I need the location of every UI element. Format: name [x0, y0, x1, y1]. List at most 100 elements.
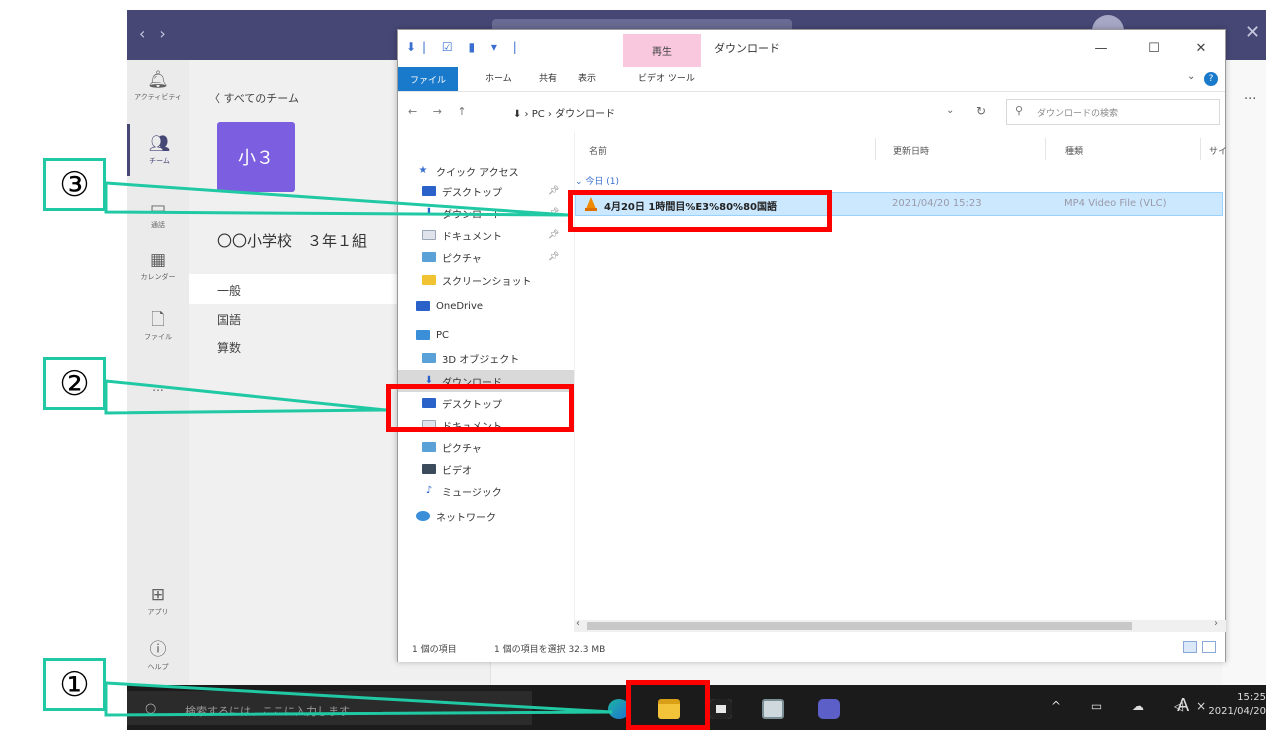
nav-item-star[interactable]: ★ クイック アクセス [398, 160, 574, 182]
nav-item-pictures[interactable]: ピクチャ [398, 436, 574, 458]
taskbar-search-box[interactable]: ○ 検索するには、ここに入力します [127, 691, 532, 725]
close-button[interactable]: ✕ [1178, 36, 1224, 60]
all-teams-back-link[interactable]: 〈 すべてのチーム [209, 90, 299, 106]
scrollbar-thumb[interactable] [587, 622, 1132, 630]
address-history-chevron-icon[interactable]: ⌄ [946, 105, 954, 116]
rail-item-help[interactable]: ⓘ ヘルプ [127, 630, 189, 682]
horizontal-scrollbar[interactable]: ‹ › [575, 618, 1226, 632]
group-header-today[interactable]: ⌄ 今日 (1) [575, 174, 619, 187]
nav-item-pictures[interactable]: ピクチャ 📌︎ [398, 246, 574, 268]
pc-icon [416, 330, 430, 340]
back-forward-up-buttons[interactable]: ← → ↑ [408, 105, 473, 118]
more-icon: ... [152, 380, 164, 394]
ribbon-home-tab[interactable]: ホーム [485, 71, 512, 84]
nav-item-label: ドキュメント [442, 231, 502, 243]
rail-item-more[interactable]: ... [127, 360, 189, 412]
onedrive-icon [416, 301, 430, 311]
playback-context-tab[interactable]: 再生 [623, 34, 701, 67]
rail-item-teams[interactable]: 👥︎ チーム [127, 124, 189, 176]
folder-icon [422, 275, 436, 285]
nav-item-video[interactable]: ビデオ [398, 458, 574, 480]
nav-item-document[interactable]: ドキュメント 📌︎ [398, 224, 574, 246]
rail-item-activity[interactable]: 🔔︎ アクティビティ [127, 60, 189, 112]
team-avatar-tile: 小３ [217, 122, 295, 192]
nav-item-label: スクリーンショット [442, 276, 532, 288]
ribbon-file-tab[interactable]: ファイル [398, 67, 458, 91]
music-icon: ♪ [425, 485, 433, 496]
nav-item-3d-objects[interactable]: 3D オブジェクト [398, 347, 574, 369]
ribbon-video-tools-tab[interactable]: ビデオ ツール [638, 71, 695, 84]
ribbon-expand-chevron-icon[interactable]: ⌄ [1187, 71, 1195, 82]
nav-item-onedrive[interactable]: OneDrive [398, 295, 574, 317]
rail-item-calendar[interactable]: ▦ カレンダー [127, 240, 189, 292]
callout-step2: ② [43, 357, 106, 410]
teams-icon[interactable] [807, 691, 851, 727]
scroll-right-arrow-icon[interactable]: › [1214, 618, 1218, 629]
channel-japanese[interactable]: 国語 [217, 311, 241, 328]
nav-item-folder[interactable]: スクリーンショット [398, 269, 574, 291]
callout-step3: ③ [43, 158, 106, 211]
pin-icon: 📌︎ [548, 252, 560, 262]
highlight-downloaded-file [568, 190, 832, 232]
address-row: ← → ↑ ⬇ › PC › ダウンロード ⌄ ↻ ⚲ ダウンロードの検索 [398, 92, 1225, 132]
rail-item-files[interactable]: 🗋︎ ファイル [127, 300, 189, 352]
taskbar-search-placeholder: 検索するには、ここに入力します [185, 705, 350, 718]
column-divider [1045, 138, 1046, 160]
pin-icon: 📌︎ [548, 208, 560, 218]
nav-item-pc[interactable]: PC [398, 324, 574, 346]
column-header-size[interactable]: サイ [1209, 144, 1227, 157]
team-name: 〇〇小学校 ３年１組 [217, 232, 368, 250]
channel-math[interactable]: 算数 [217, 339, 241, 356]
ime-indicator[interactable]: A [1177, 695, 1189, 716]
nav-item-download[interactable]: ⬇ ダウンロード 📌︎ [398, 202, 574, 224]
download-icon: ⬇ [424, 207, 434, 218]
search-input[interactable]: ⚲ ダウンロードの検索 [1006, 99, 1220, 125]
nav-item-music[interactable]: ♪ ミュージック [398, 480, 574, 502]
ribbon-tabs: ファイル ホーム 共有 表示 ビデオ ツール ⌄ ? [398, 67, 1225, 92]
nav-item-label: ダウンロード [442, 209, 502, 221]
photos-icon[interactable] [751, 691, 795, 727]
rail-label: ファイル [144, 333, 172, 341]
rail-item-calls[interactable]: ▭ 通話 [127, 188, 189, 240]
rail-label: アプリ [147, 608, 169, 616]
column-divider [1200, 138, 1201, 160]
minimize-button[interactable]: — [1078, 36, 1124, 60]
ribbon-view-tab[interactable]: 表示 [578, 71, 596, 84]
taskbar-clock[interactable]: 15:25 2021/04/20 [1207, 691, 1266, 719]
scroll-left-arrow-icon[interactable]: ‹ [576, 618, 580, 629]
rail-label: 通話 [151, 221, 165, 229]
large-icons-view-icon[interactable] [1202, 641, 1216, 653]
maximize-button[interactable]: ☐ [1131, 36, 1177, 60]
quick-access-toolbar[interactable]: ⬇| ☑ ▮ ▾ | [406, 40, 523, 54]
teams-history-arrows[interactable]: ‹› [139, 24, 180, 43]
rail-label: アクティビティ [134, 93, 182, 101]
rail-item-apps[interactable]: ⊞ アプリ [127, 575, 189, 627]
column-header-type[interactable]: 種類 [1065, 144, 1083, 157]
system-tray[interactable]: ^ ▭ ☁ ◁× [1051, 699, 1219, 713]
item-count: 1 個の項目 [412, 645, 457, 655]
document-icon [422, 230, 436, 240]
nav-item-label: OneDrive [436, 300, 484, 312]
desktop-icon [422, 186, 436, 196]
column-header-modified[interactable]: 更新日時 [893, 144, 929, 157]
refresh-icon[interactable]: ↻ [976, 104, 986, 118]
ribbon-share-tab[interactable]: 共有 [539, 71, 557, 84]
video-icon [422, 464, 436, 474]
channel-general[interactable]: 一般 [217, 282, 241, 299]
file-explorer-window: ⬇| ☑ ▮ ▾ | 再生 ダウンロード — ☐ ✕ ファイル ホーム 共有 表… [397, 29, 1227, 662]
rail-label: チーム [149, 157, 170, 165]
screenshot-stage: ‹› ✕ 🔔︎ アクティビティ 👥︎ チーム ▭ 通話 ▦ カレンダー 🗋︎ フ… [0, 0, 1266, 730]
column-header-name[interactable]: 名前 [589, 144, 607, 157]
network-icon [416, 511, 430, 521]
nav-item-label: PC [436, 329, 450, 341]
details-view-icon[interactable] [1183, 641, 1197, 653]
teams-close-icon[interactable]: ✕ [1245, 22, 1260, 43]
help-icon[interactable]: ? [1204, 72, 1218, 86]
breadcrumb[interactable]: ⬇ › PC › ダウンロード [513, 105, 615, 120]
nav-item-desktop[interactable]: デスクトップ 📌︎ [398, 180, 574, 202]
search-placeholder: ダウンロードの検索 [1037, 109, 1119, 119]
nav-item-network[interactable]: ネットワーク [398, 505, 574, 527]
help-icon: ⓘ [149, 640, 167, 660]
teams-more-options[interactable]: ... [1244, 88, 1256, 103]
3d-objects-icon [422, 353, 436, 363]
